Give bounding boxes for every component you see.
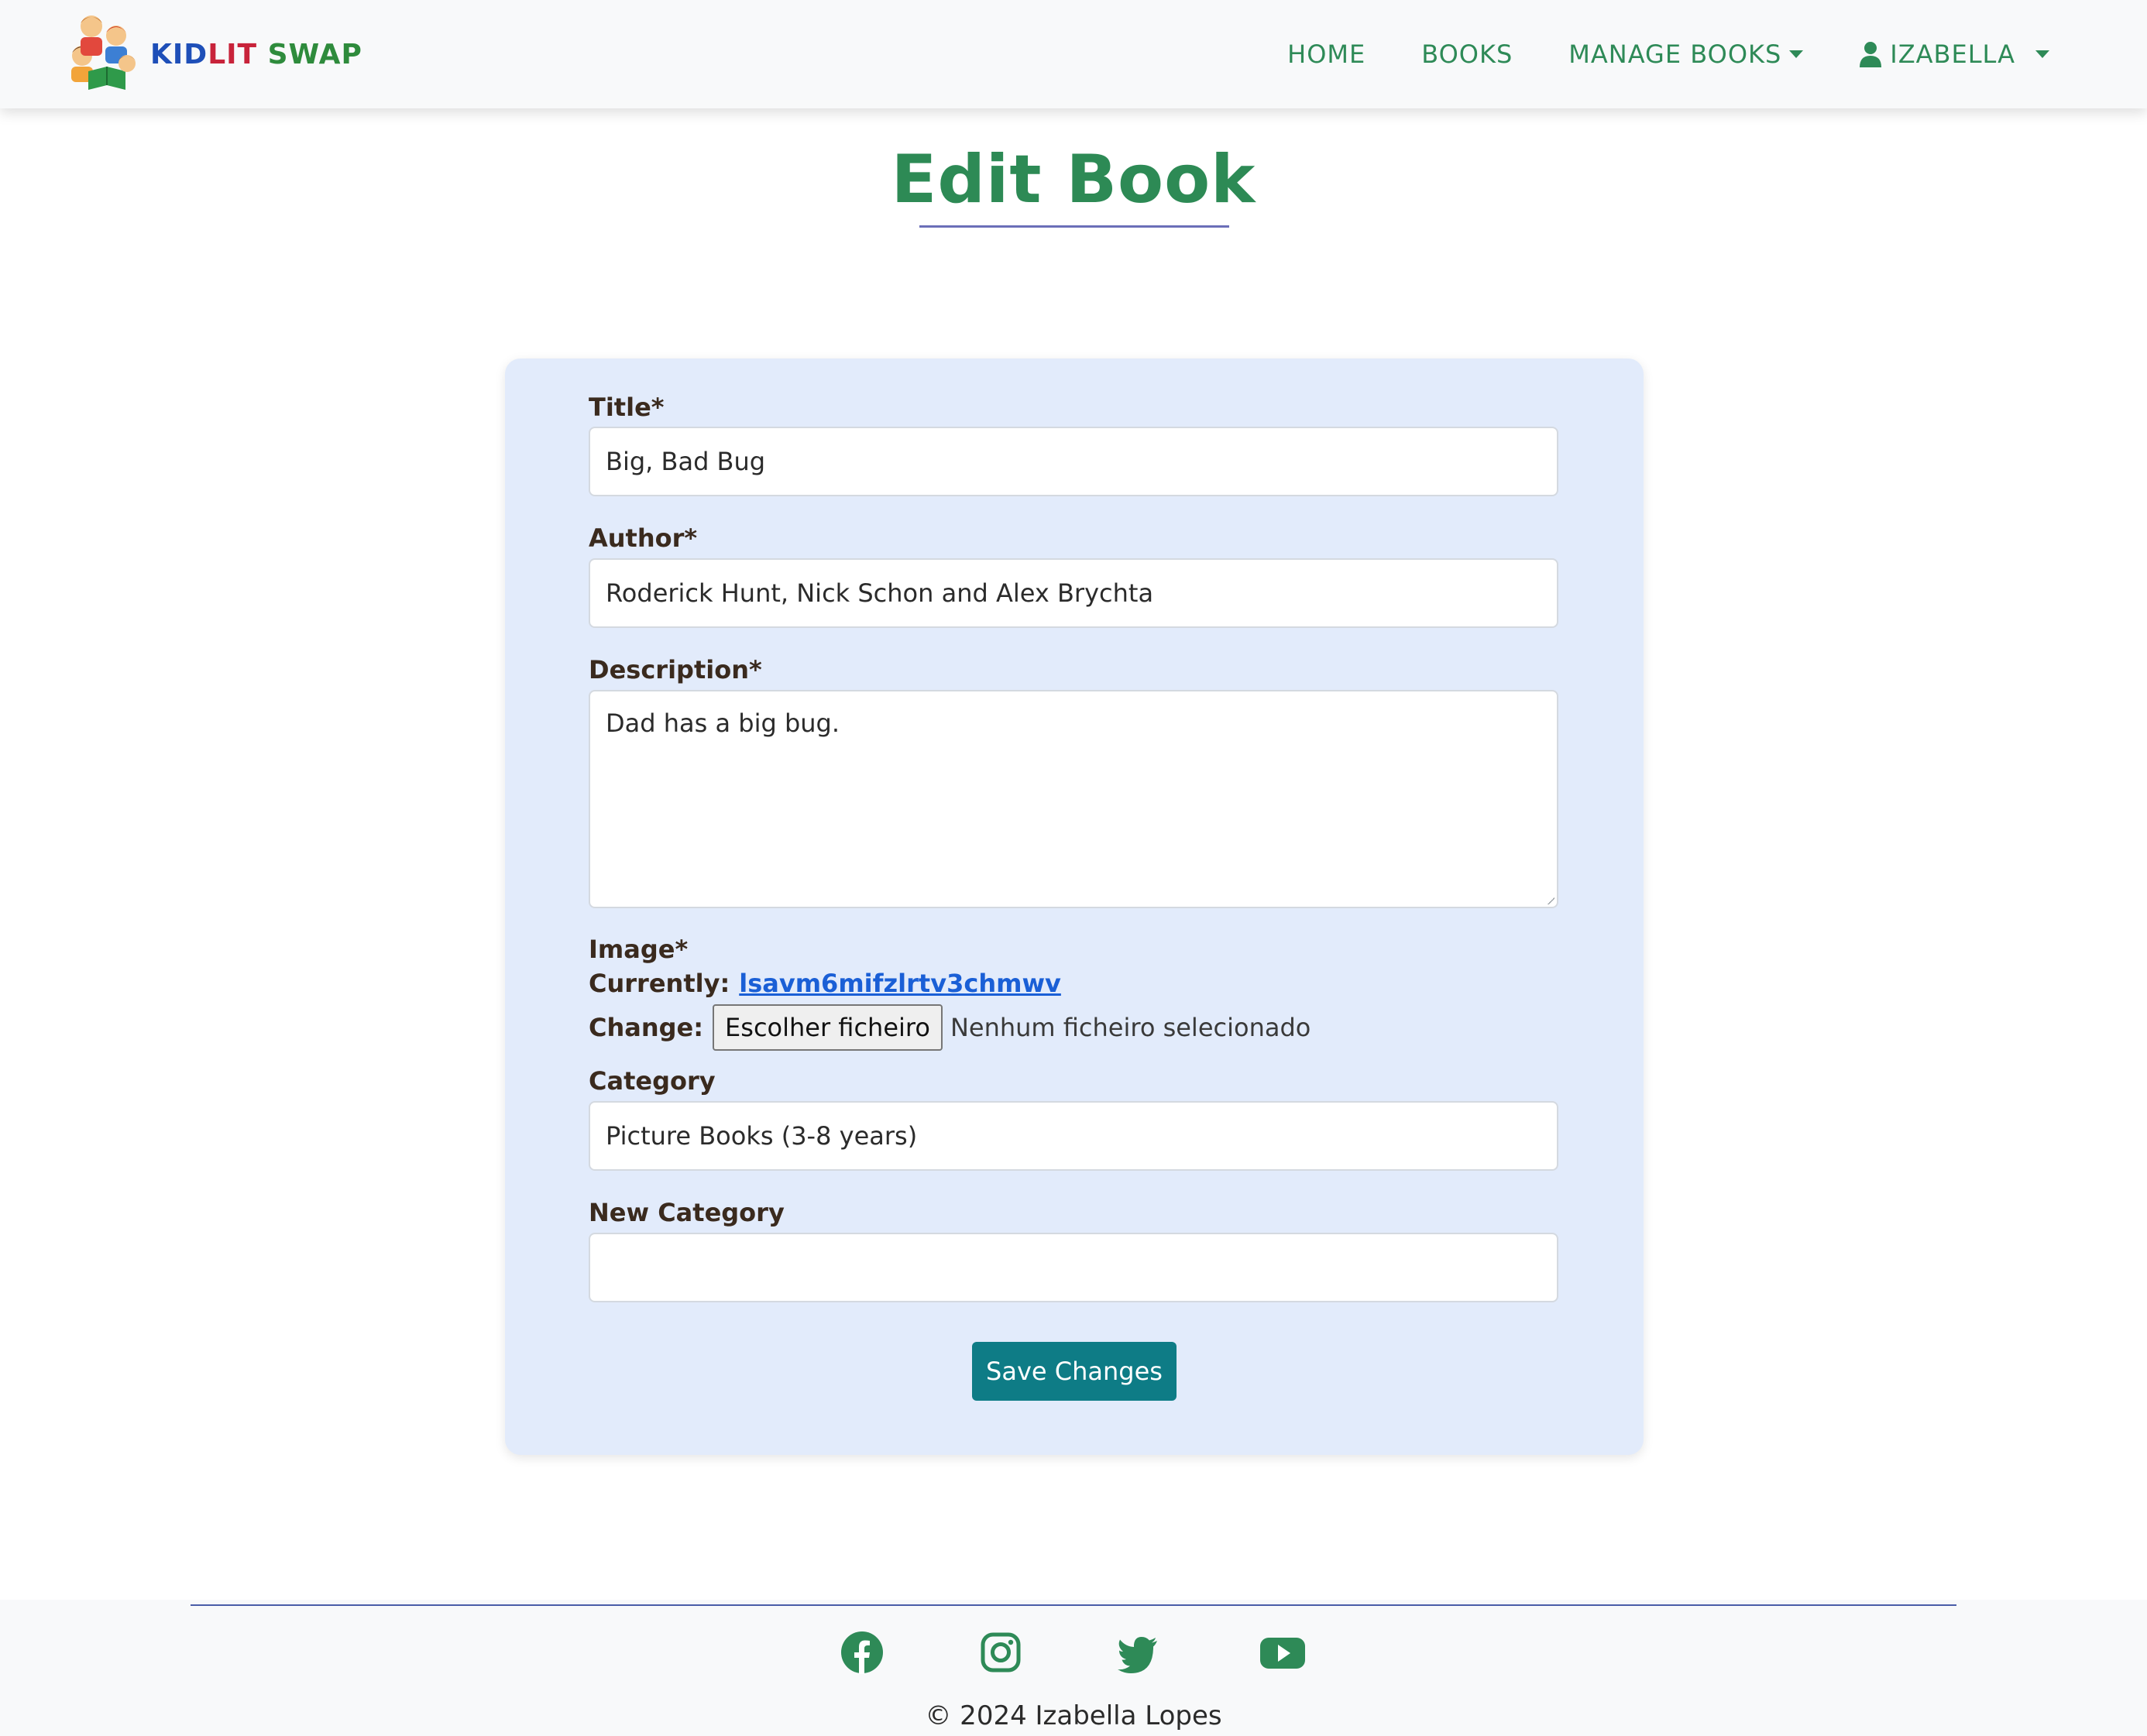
nav-home-label: HOME	[1287, 39, 1366, 69]
nav-home[interactable]: HOME	[1287, 39, 1365, 69]
brand-swap: SWAP	[267, 38, 362, 70]
nav-books-label: BOOKS	[1421, 39, 1513, 69]
facebook-icon[interactable]	[840, 1631, 884, 1674]
footer: © 2024 Izabella Lopes	[0, 1600, 2147, 1736]
author-label: Author*	[589, 523, 698, 553]
navbar: KIDLIT SWAP HOME BOOKS MANAGE BOOKS IZAB…	[0, 0, 2147, 108]
author-input[interactable]: Roderick Hunt, Nick Schon and Alex Brych…	[589, 558, 1558, 628]
twitter-icon[interactable]	[1117, 1631, 1160, 1674]
category-select[interactable]: Picture Books (3-8 years)	[589, 1101, 1558, 1171]
youtube-icon[interactable]	[1259, 1631, 1306, 1674]
user-icon	[1860, 42, 1882, 67]
brand-lit: LIT	[208, 38, 258, 70]
file-status-text: Nenhum ficheiro selecionado	[950, 1013, 1311, 1042]
nav-books[interactable]: BOOKS	[1421, 39, 1513, 69]
brand-kid: KID	[150, 38, 208, 70]
brand-home-link[interactable]: KIDLIT SWAP	[65, 9, 362, 99]
nav-links: HOME BOOKS MANAGE BOOKS IZABELLA	[1232, 0, 2049, 108]
instagram-icon[interactable]	[979, 1631, 1022, 1674]
caret-down-icon	[1789, 50, 1804, 58]
category-label: Category	[589, 1066, 716, 1096]
image-change-label: Change:	[589, 1013, 704, 1042]
kids-reading-logo-icon	[71, 15, 136, 90]
nav-manage-books-label: MANAGE BOOKS	[1568, 39, 1782, 69]
save-changes-button[interactable]: Save Changes	[972, 1342, 1177, 1401]
author-input-value: Roderick Hunt, Nick Schon and Alex Brych…	[606, 578, 1154, 608]
description-label: Description*	[589, 655, 762, 684]
title-label: Title*	[589, 393, 665, 422]
title-input[interactable]: Big, Bad Bug	[589, 427, 1558, 496]
resize-handle-icon[interactable]	[1547, 897, 1554, 904]
nav-user-dropdown[interactable]: IZABELLA	[1859, 39, 2049, 69]
image-label: Image*	[589, 935, 689, 964]
copyright-text: © 2024 Izabella Lopes	[925, 1700, 1222, 1731]
description-textarea[interactable]: Dad has a big bug.	[589, 690, 1558, 908]
brand-name: KIDLIT SWAP	[150, 39, 362, 70]
footer-divider	[191, 1604, 1956, 1606]
edit-book-form: Title* Big, Bad Bug Author* Roderick Hun…	[505, 359, 1644, 1455]
image-current-file-link[interactable]: lsavm6mifzlrtv3chmwv	[739, 969, 1061, 998]
new-category-label: New Category	[589, 1198, 785, 1227]
caret-down-icon	[2035, 50, 2049, 58]
image-current-row: Currently: lsavm6mifzlrtv3chmwv	[589, 969, 1061, 998]
category-select-value: Picture Books (3-8 years)	[606, 1121, 918, 1151]
description-textarea-value: Dad has a big bug.	[606, 708, 840, 738]
image-change-row: Change: Escolher ficheiro Nenhum ficheir…	[589, 1004, 1311, 1051]
choose-file-button[interactable]: Escolher ficheiro	[713, 1004, 943, 1051]
title-input-value: Big, Bad Bug	[606, 447, 766, 476]
image-currently-label: Currently:	[589, 969, 730, 998]
nav-manage-books-dropdown[interactable]: MANAGE BOOKS	[1568, 39, 1804, 69]
nav-user-label: IZABELLA	[1890, 39, 2015, 69]
new-category-input[interactable]	[589, 1233, 1558, 1302]
title-underline	[919, 225, 1229, 228]
page-title: Edit Book	[891, 141, 1256, 218]
